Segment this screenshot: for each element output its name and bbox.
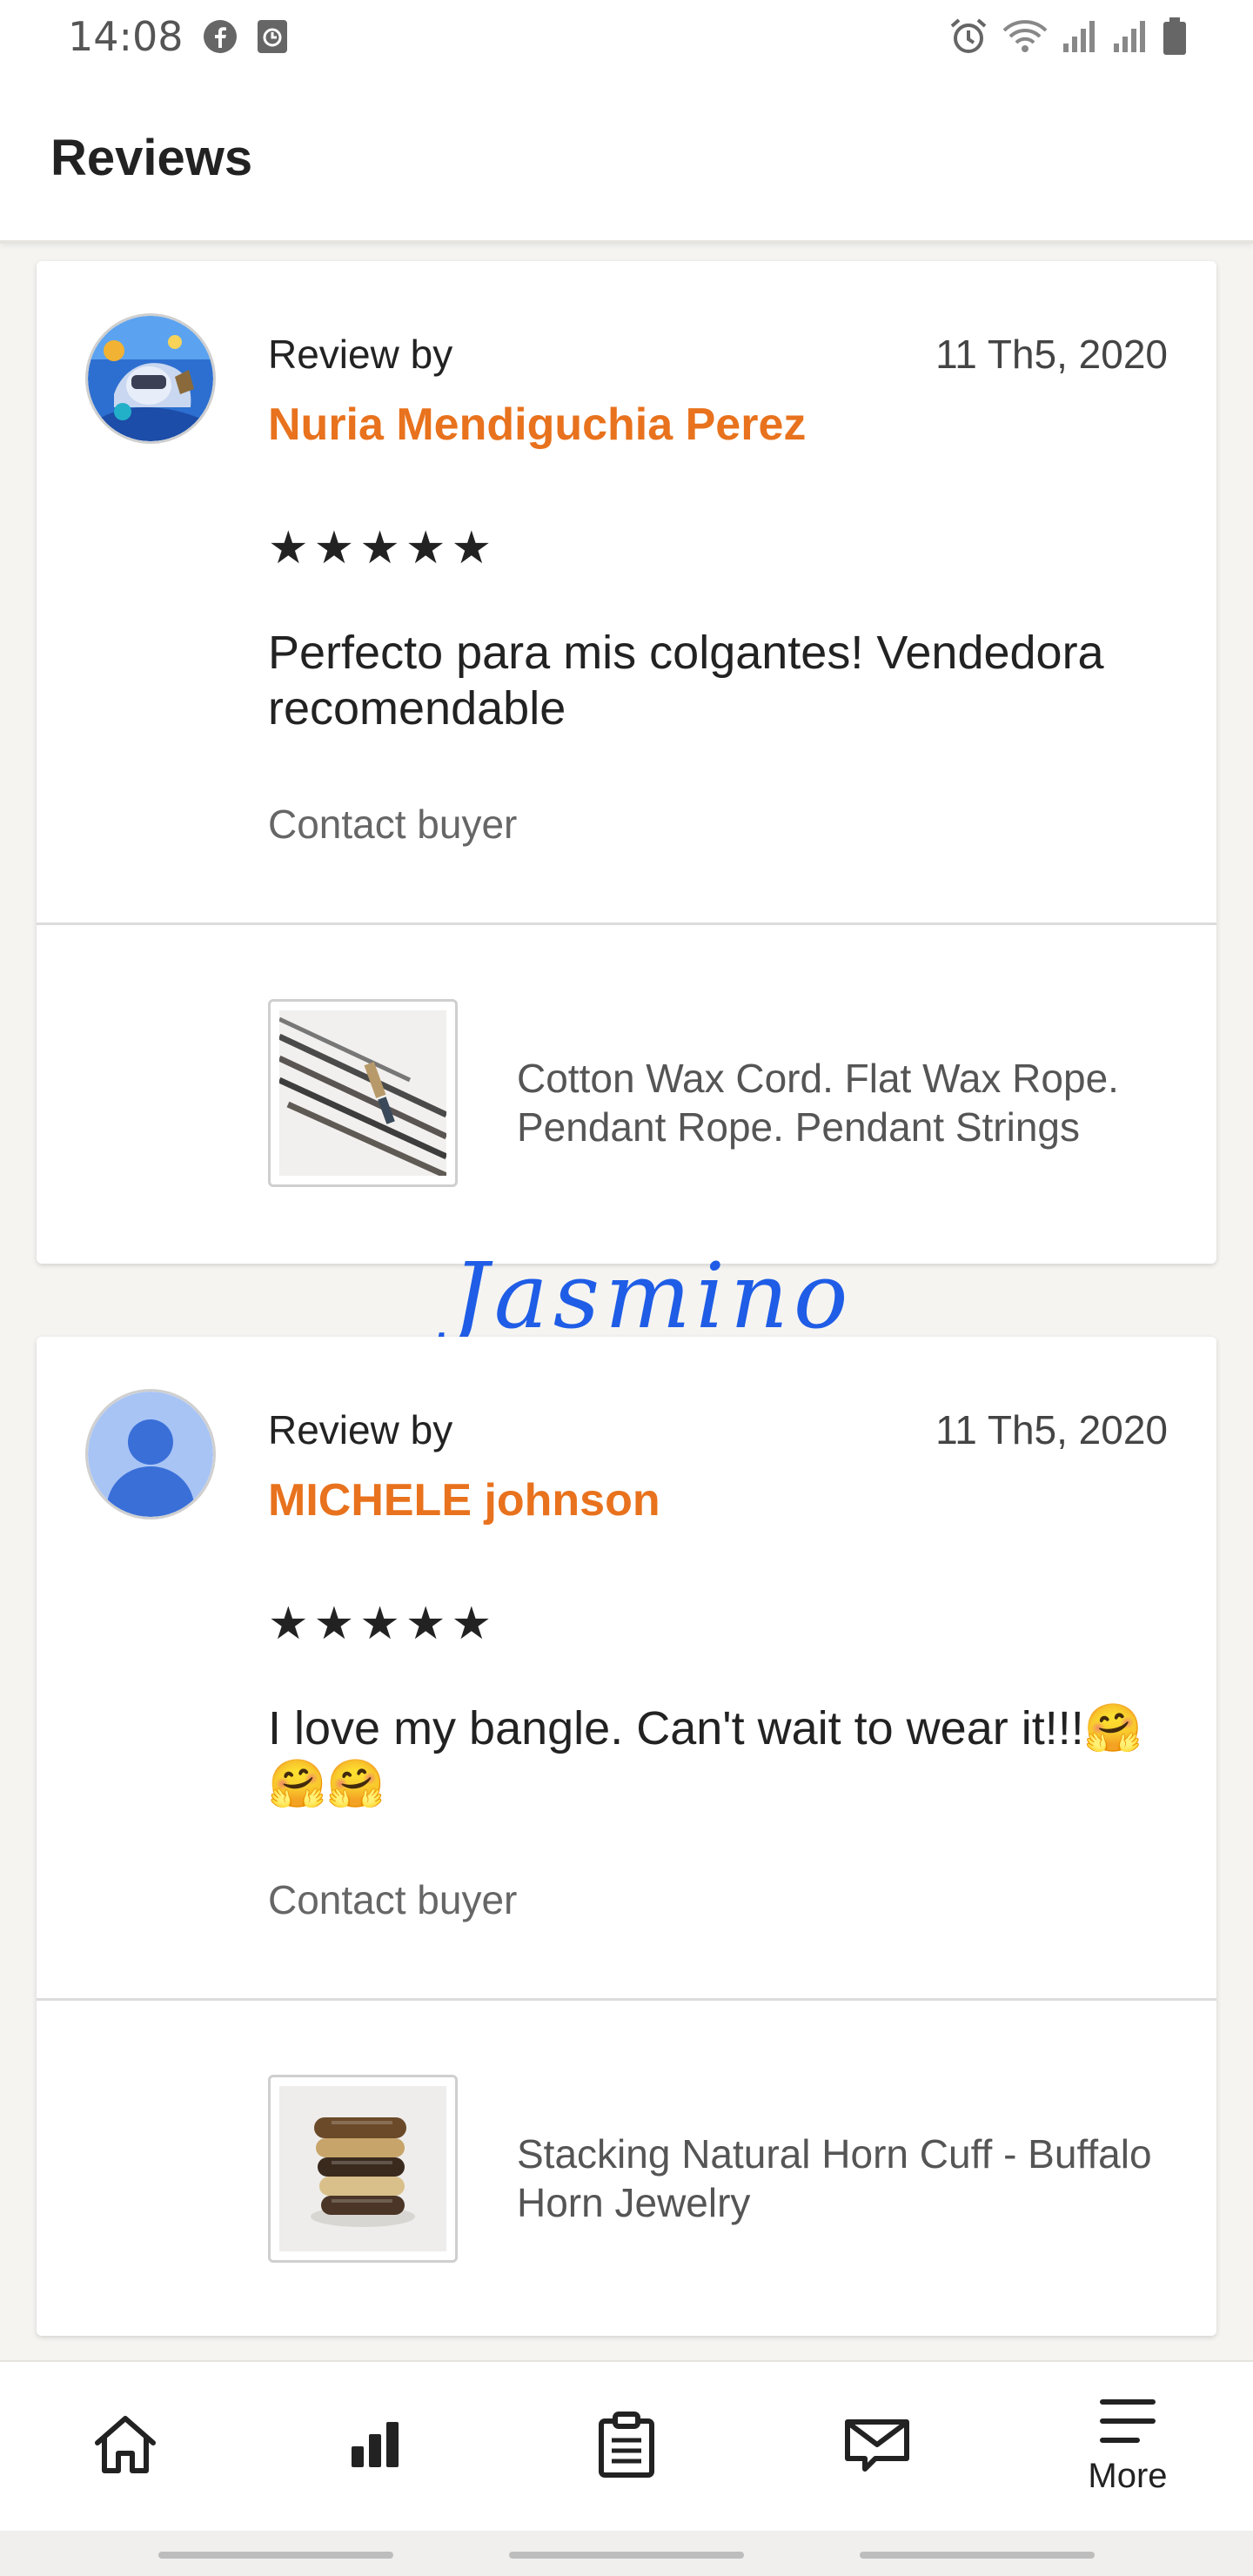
bottom-navigation: More <box>0 2360 1253 2531</box>
review-text: I love my bangle. Can't wait to wear it!… <box>268 1702 1142 1810</box>
product-section[interactable]: Stacking Natural Horn Cuff - Buffalo Hor… <box>37 2001 1216 2337</box>
product-thumbnail[interactable] <box>268 2075 458 2263</box>
review-date: 11 Th5, 2020 <box>935 332 1168 377</box>
clock-app-icon <box>257 19 288 54</box>
wifi-icon <box>1002 18 1048 55</box>
review-section: Review by 11 Th5, 2020 Nuria Mendiguchia… <box>37 261 1216 922</box>
default-avatar-icon[interactable] <box>85 1389 216 1519</box>
star-rating: ★★★★★ <box>268 1598 498 1650</box>
review-section: Review by 11 Th5, 2020 MICHELE johnson ★… <box>37 1337 1216 1998</box>
watermark-signature: Jasmino <box>452 1243 854 1349</box>
gesture-back-handle[interactable] <box>158 2552 393 2559</box>
gesture-bar <box>0 2531 1253 2576</box>
review-card: Review by 11 Th5, 2020 Nuria Mendiguchia… <box>37 261 1216 1264</box>
status-bar: 14:08 <box>0 0 1253 73</box>
status-left: 14:08 <box>68 13 288 60</box>
status-time: 14:08 <box>68 13 184 60</box>
review-text: Perfecto para mis colgantes! Vendedora r… <box>268 627 1104 735</box>
star-rating: ★★★★★ <box>268 522 498 574</box>
signal-icon <box>1112 19 1149 54</box>
gesture-recents-handle[interactable] <box>860 2552 1095 2559</box>
home-icon <box>92 2413 158 2480</box>
reviewer-name[interactable]: MICHELE johnson <box>268 1474 660 1526</box>
review-date: 11 Th5, 2020 <box>935 1407 1168 1452</box>
reviewer-name[interactable]: Nuria Mendiguchia Perez <box>268 399 806 451</box>
contact-buyer-link[interactable]: Contact buyer <box>268 801 517 848</box>
menu-icon <box>1099 2397 1156 2450</box>
status-right <box>948 17 1187 56</box>
avatar[interactable] <box>85 313 216 444</box>
alarm-icon <box>948 17 988 56</box>
nav-messages[interactable] <box>752 2362 1002 2531</box>
nav-stats[interactable] <box>251 2362 501 2531</box>
product-title[interactable]: Stacking Natural Horn Cuff - Buffalo Hor… <box>517 2130 1204 2227</box>
nav-home[interactable] <box>0 2362 251 2531</box>
product-section[interactable]: Cotton Wax Cord. Flat Wax Rope. Pendant … <box>37 925 1216 1261</box>
product-title[interactable]: Cotton Wax Cord. Flat Wax Rope. Pendant … <box>517 1054 1204 1151</box>
battery-icon <box>1163 17 1187 56</box>
nav-more[interactable]: More <box>1002 2362 1253 2531</box>
gesture-home-handle[interactable] <box>509 2552 744 2559</box>
review-by-label: Review by <box>268 332 453 377</box>
product-thumbnail[interactable] <box>268 999 458 1187</box>
messages-icon <box>844 2417 910 2477</box>
page-title: Reviews <box>50 130 253 186</box>
signal-icon <box>1062 19 1098 54</box>
nav-orders[interactable] <box>501 2362 752 2531</box>
contact-buyer-link[interactable]: Contact buyer <box>268 1876 517 1923</box>
nav-more-label: More <box>1088 2457 1168 2495</box>
orders-clipboard-icon <box>598 2411 655 2483</box>
stats-icon <box>350 2420 402 2473</box>
review-card: Review by 11 Th5, 2020 MICHELE johnson ★… <box>37 1337 1216 2336</box>
facebook-icon <box>203 19 238 54</box>
app-header: Reviews <box>0 73 1253 244</box>
review-by-label: Review by <box>268 1407 453 1452</box>
